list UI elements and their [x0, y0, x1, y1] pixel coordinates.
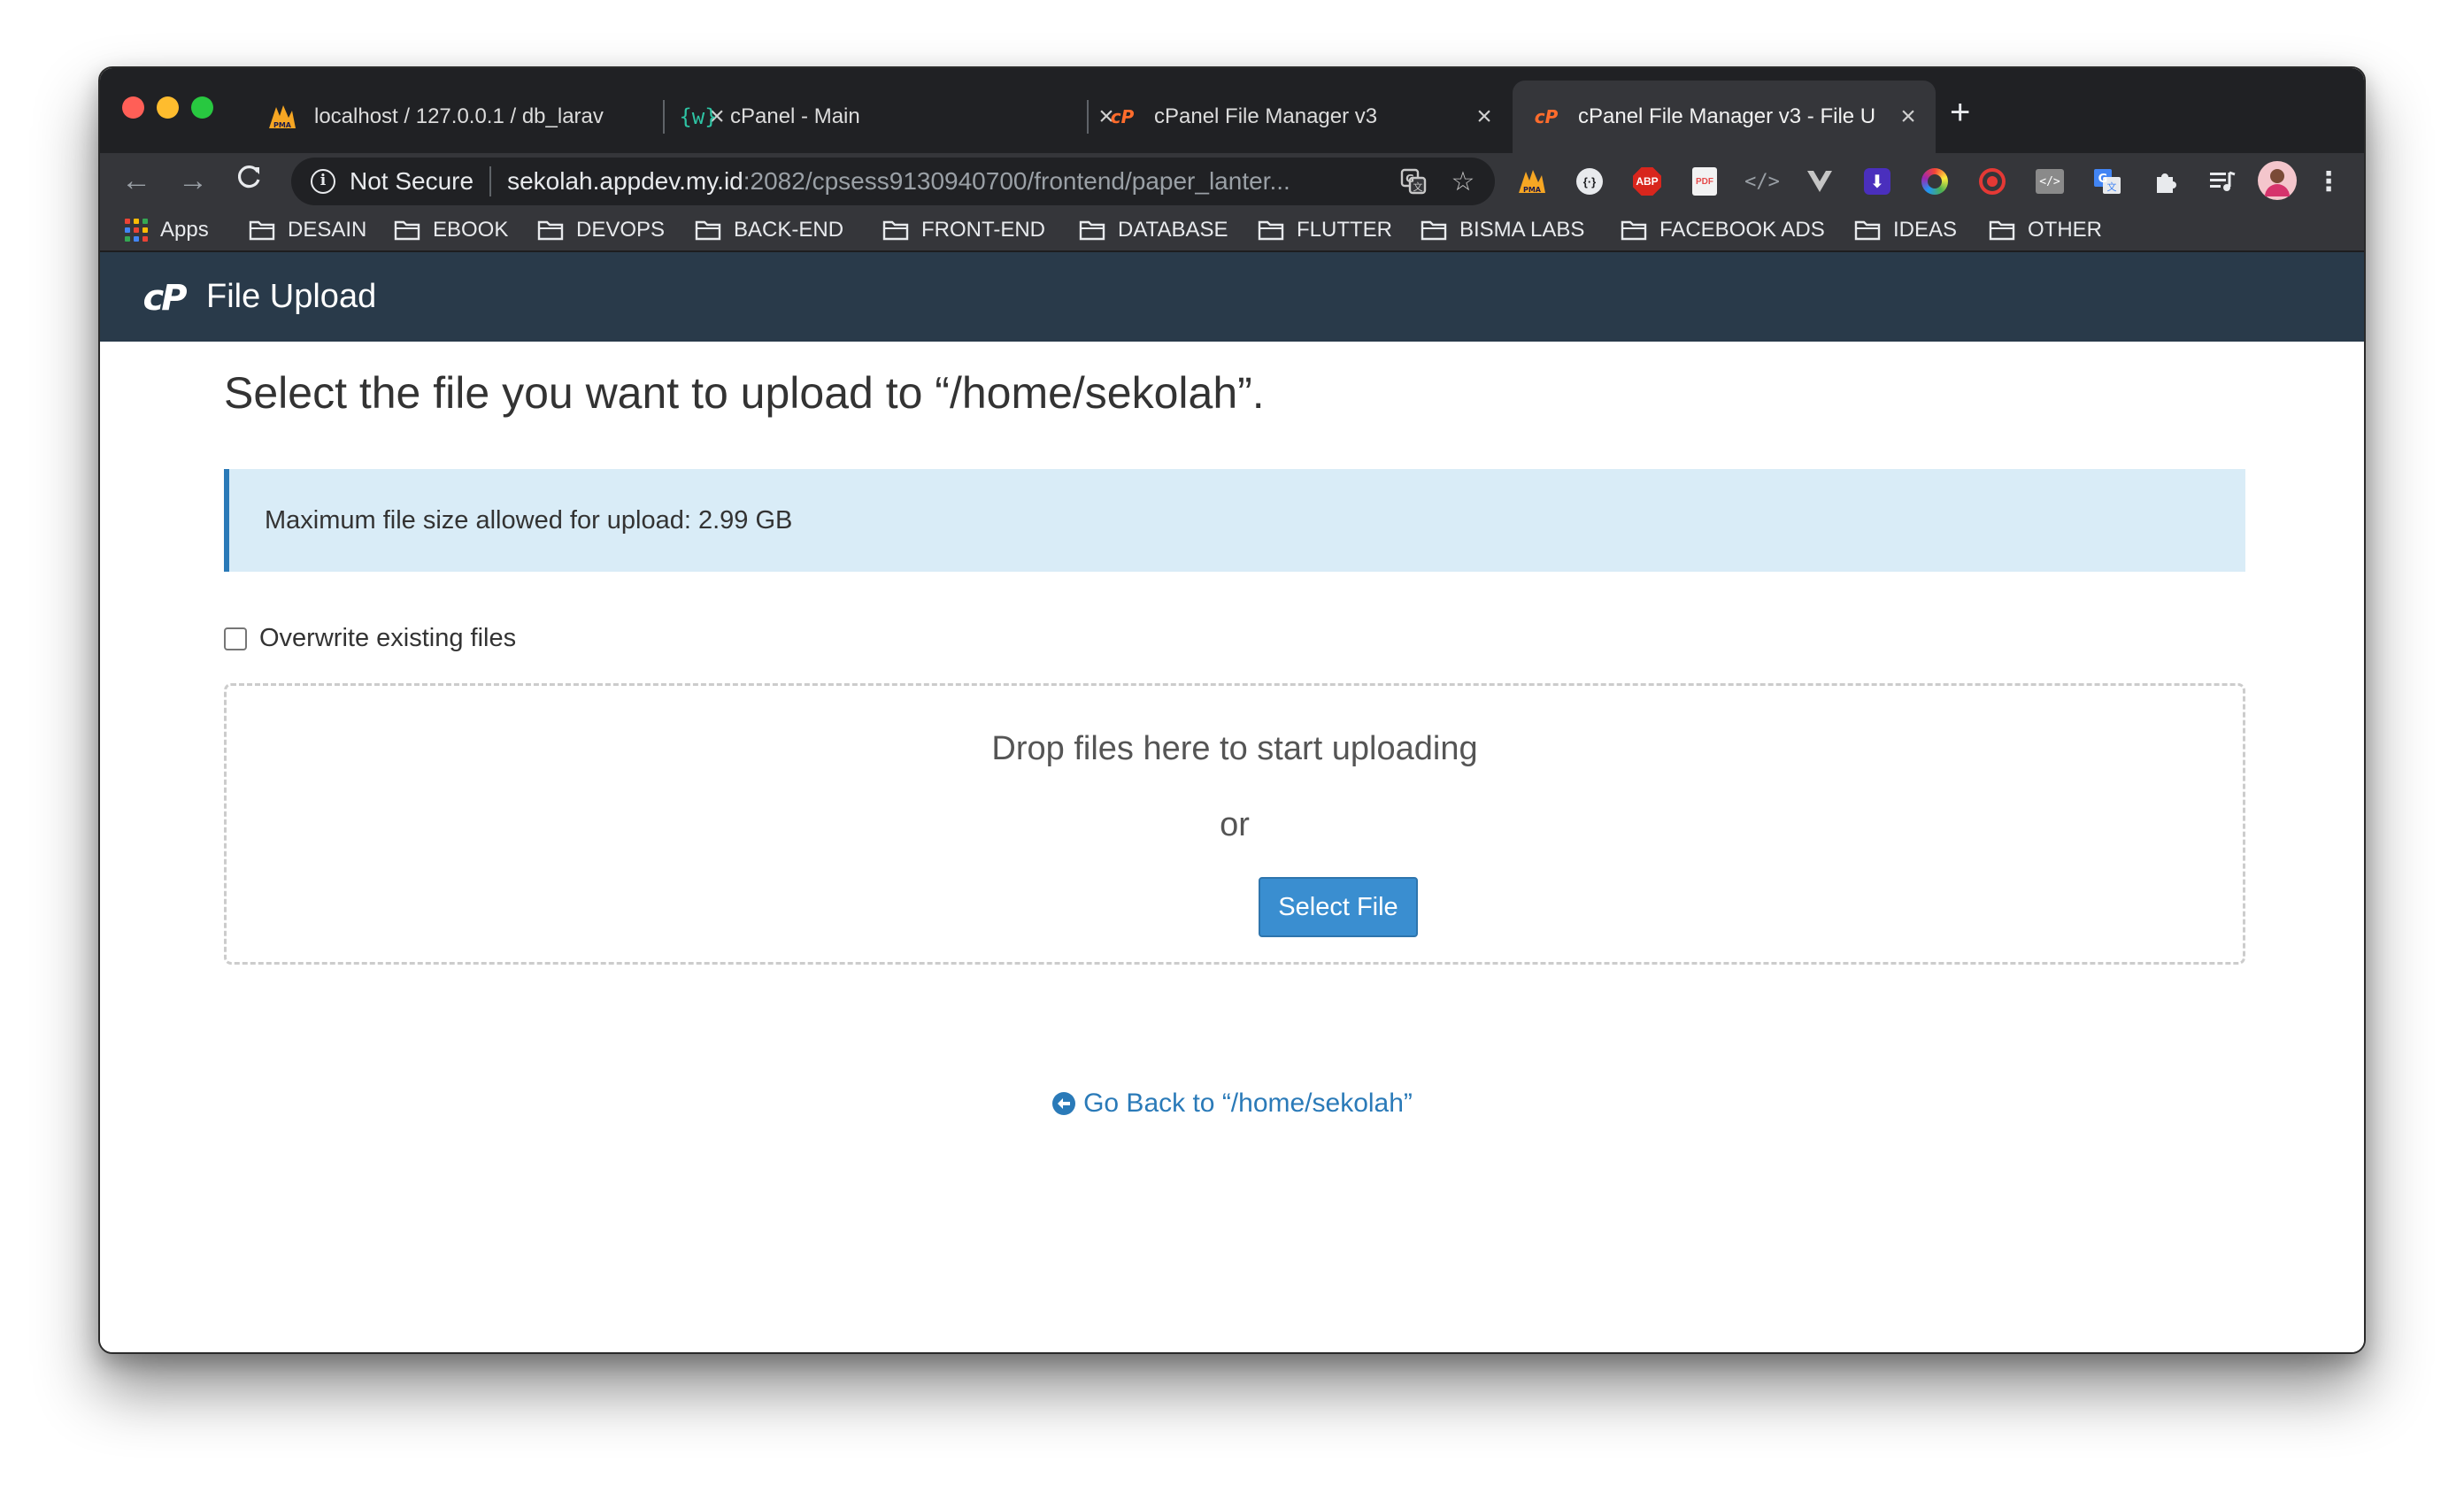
tab-title: cPanel File Manager v3 — [1154, 104, 1378, 128]
bookmark-apps[interactable]: Apps — [125, 214, 209, 246]
upload-headline: Select the file you want to upload to “/… — [224, 368, 1265, 418]
page-content: cP File Upload Select the file you want … — [100, 252, 2364, 1352]
browser-toolbar: ← → i Not Secure sekolah.appdev.my.id:20… — [100, 153, 2364, 208]
info-icon[interactable]: i — [311, 169, 335, 194]
close-window-button[interactable] — [122, 96, 144, 119]
go-back-link[interactable]: Go Back to “/home/sekolah” — [100, 1089, 2364, 1119]
extensions-puzzle-icon[interactable] — [2149, 165, 2181, 197]
address-bar[interactable]: i Not Secure sekolah.appdev.my.id:2082/c… — [291, 158, 1495, 205]
svg-text:cP: cP — [1535, 106, 1559, 127]
cpanel-logo-icon: cP — [142, 278, 189, 317]
folder-icon — [537, 220, 564, 241]
folder-icon — [695, 220, 721, 241]
tab-file-upload[interactable]: cP cPanel File Manager v3 - File U × — [1513, 81, 1936, 153]
bookmarks-bar: Apps DESAIN EBOOK DEVOPS BACK-END FRONT-… — [100, 208, 2364, 252]
page-title: File Upload — [206, 278, 377, 315]
tab-title: localhost / 127.0.0.1 / db_larav — [314, 104, 604, 128]
tab-file-manager[interactable]: cP cPanel File Manager v3 × — [1089, 81, 1512, 153]
translate-icon[interactable]: G文 — [1396, 164, 1431, 199]
tab-title: cPanel File Manager v3 - File U — [1578, 104, 1876, 128]
svg-text:cP: cP — [1111, 106, 1135, 127]
folder-icon — [1854, 220, 1881, 241]
pma-extension-icon[interactable]: PMA — [1516, 165, 1548, 197]
code-extension-icon[interactable]: </> — [1744, 165, 1780, 197]
vue-devtools-icon[interactable] — [1804, 165, 1836, 197]
svg-text:PMA: PMA — [1523, 186, 1542, 194]
wordpress-toolkit-icon: {w} — [679, 104, 718, 129]
apps-grid-icon — [125, 219, 148, 242]
overwrite-option[interactable]: Overwrite existing files — [224, 624, 516, 653]
download-extension-icon[interactable]: ⬇ — [1861, 165, 1893, 197]
arrow-circle-left-icon — [1052, 1092, 1076, 1115]
folder-icon — [249, 220, 275, 241]
close-tab-icon[interactable]: × — [1471, 102, 1498, 132]
svg-text:文: 文 — [1413, 181, 1423, 193]
pdf-extension-icon[interactable]: PDF — [1689, 165, 1721, 197]
json-extension-icon[interactable]: {·} — [1574, 165, 1605, 197]
bookmark-folder-ideas[interactable]: IDEAS — [1854, 214, 1957, 246]
bookmark-folder-front-end[interactable]: FRONT-END — [882, 214, 1045, 246]
forward-arrow-icon[interactable]: → — [176, 164, 210, 197]
max-size-text: Maximum file size allowed for upload: 2.… — [265, 505, 793, 535]
cpanel-header: cP File Upload — [100, 252, 2364, 342]
media-control-icon[interactable] — [2206, 165, 2238, 197]
browser-menu-icon[interactable]: ⋮ — [2313, 165, 2345, 197]
svg-text:cP: cP — [142, 278, 187, 317]
target-extension-icon[interactable] — [1976, 165, 2008, 197]
browser-window: PMA localhost / 127.0.0.1 / db_larav × {… — [98, 66, 2366, 1354]
tab-cpanel-main[interactable]: {w} cPanel - Main × — [665, 81, 1134, 153]
minimize-window-button[interactable] — [157, 96, 179, 119]
bookmark-folder-flutter[interactable]: FLUTTER — [1258, 214, 1392, 246]
tab-title: cPanel - Main — [730, 104, 860, 128]
reload-icon[interactable] — [233, 164, 266, 197]
back-arrow-icon[interactable]: ← — [119, 164, 153, 197]
overwrite-label[interactable]: Overwrite existing files — [259, 624, 516, 653]
bookmark-folder-devops[interactable]: DEVOPS — [537, 214, 665, 246]
bookmark-folder-ebook[interactable]: EBOOK — [394, 214, 508, 246]
folder-icon — [882, 220, 909, 241]
bookmark-label: Apps — [160, 218, 209, 242]
folder-icon — [1421, 220, 1447, 241]
folder-icon — [1079, 220, 1105, 241]
dropzone-text: Drop files here to start uploading — [991, 730, 1478, 767]
url-text[interactable]: sekolah.appdev.my.id:2082/cpsess91309407… — [507, 167, 1396, 196]
folder-icon — [1989, 220, 2015, 241]
cpanel-icon: cP — [1106, 101, 1138, 133]
phpmyadmin-icon: PMA — [266, 101, 298, 133]
bookmark-folder-database[interactable]: DATABASE — [1079, 214, 1228, 246]
folder-icon — [1621, 220, 1647, 241]
address-divider — [489, 166, 492, 196]
maximize-window-button[interactable] — [191, 96, 213, 119]
cpanel-icon: cP — [1530, 101, 1562, 133]
file-dropzone[interactable]: Drop files here to start uploading or Se… — [224, 683, 2245, 965]
close-tab-icon[interactable]: × — [1895, 102, 1921, 132]
max-size-alert: Maximum file size allowed for upload: 2.… — [224, 469, 2245, 572]
avatar[interactable] — [2258, 161, 2297, 200]
google-translate-icon[interactable]: G文 — [2091, 165, 2123, 197]
go-back-text: Go Back to “/home/sekolah” — [1083, 1089, 1413, 1118]
overwrite-checkbox[interactable] — [224, 627, 247, 650]
svg-text:PMA: PMA — [273, 121, 292, 129]
folder-icon — [1258, 220, 1284, 241]
bookmark-folder-desain[interactable]: DESAIN — [249, 214, 366, 246]
folder-icon — [394, 220, 420, 241]
bookmark-folder-facebook-ads[interactable]: FACEBOOK ADS — [1621, 214, 1825, 246]
adblock-plus-icon[interactable]: ABP — [1631, 165, 1663, 197]
svg-text:文: 文 — [2107, 181, 2117, 193]
bookmark-folder-other[interactable]: OTHER — [1989, 214, 2102, 246]
security-label: Not Secure — [350, 167, 474, 195]
bookmark-folder-back-end[interactable]: BACK-END — [695, 214, 843, 246]
bookmark-folder-bisma-labs[interactable]: BISMA LABS — [1421, 214, 1584, 246]
select-file-button[interactable]: Select File — [1259, 877, 1418, 937]
source-view-icon[interactable]: </> — [2034, 165, 2066, 197]
color-picker-icon[interactable] — [1919, 165, 1951, 197]
new-tab-plus-icon[interactable]: + — [1950, 95, 1970, 130]
dropzone-or-text: or — [1220, 806, 1250, 843]
bookmark-star-icon[interactable]: ☆ — [1445, 164, 1481, 199]
tab-strip: PMA localhost / 127.0.0.1 / db_larav × {… — [100, 68, 2364, 153]
